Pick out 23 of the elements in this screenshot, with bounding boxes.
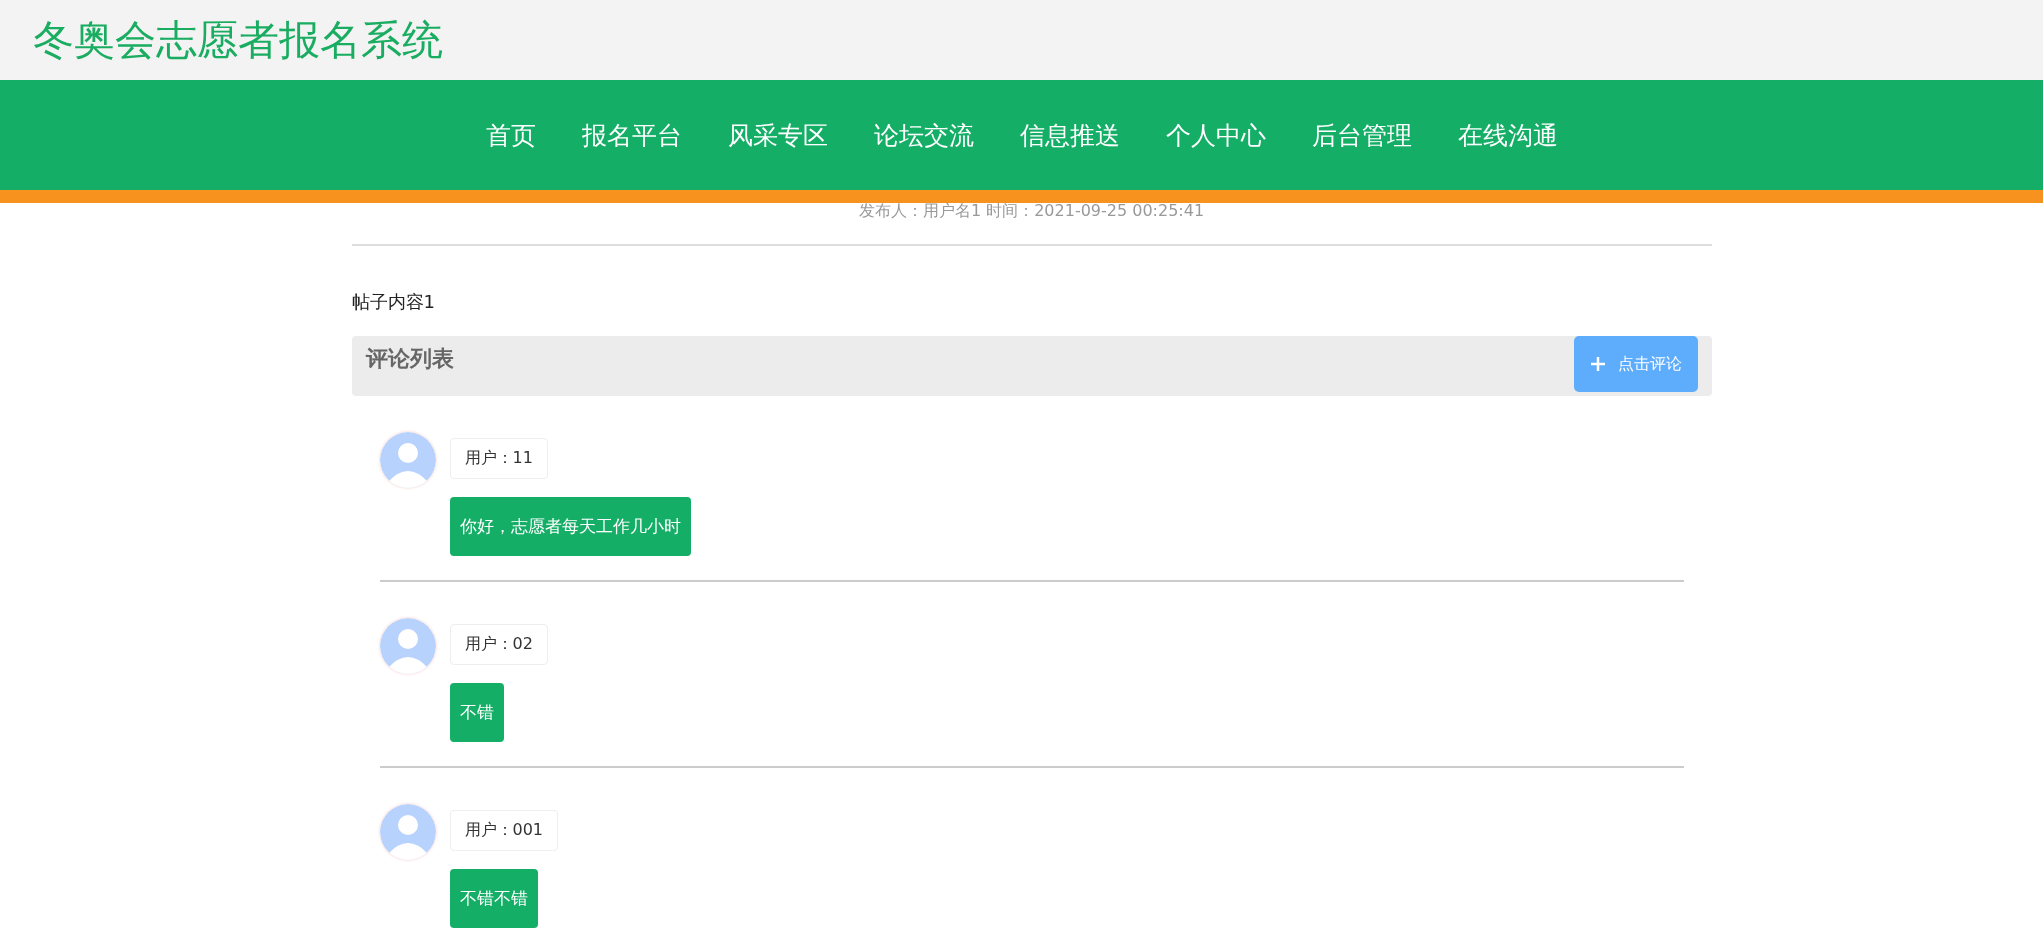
nav-link[interactable]: 论坛交流 bbox=[873, 118, 974, 152]
avatar-icon bbox=[379, 804, 436, 860]
add-comment-button[interactable]: 点击评论 bbox=[1573, 336, 1698, 392]
plus-icon bbox=[1589, 356, 1606, 372]
nav-link[interactable]: 风采专区 bbox=[727, 118, 828, 152]
comment-user: 用户：001 bbox=[449, 810, 559, 851]
post-content: 帖子内容1 bbox=[351, 290, 436, 314]
avatar-icon bbox=[379, 618, 436, 674]
nav-link[interactable]: 在线沟通 bbox=[1457, 118, 1558, 152]
comment-text: 不错 bbox=[449, 683, 504, 742]
comment-user: 用户：11 bbox=[449, 438, 548, 479]
comment-user: 用户：02 bbox=[449, 624, 548, 665]
nav-link[interactable]: 报名平台 bbox=[581, 118, 682, 152]
comments-title: 评论列表 bbox=[365, 345, 454, 373]
nav-link[interactable]: 首页 bbox=[485, 118, 536, 152]
comment-text: 你好，志愿者每天工作几小时 bbox=[449, 497, 691, 556]
nav-link[interactable]: 后台管理 bbox=[1311, 118, 1412, 152]
nav-link[interactable]: 个人中心 bbox=[1165, 118, 1266, 152]
avatar-icon bbox=[379, 432, 436, 488]
comment-text: 不错不错 bbox=[449, 869, 538, 928]
nav-link[interactable]: 信息推送 bbox=[1019, 118, 1120, 152]
site-title: 冬奥会志愿者报名系统 bbox=[33, 14, 443, 66]
post-meta: 发布人：用户名1 时间：2021-09-25 00:25:41 bbox=[351, 201, 1712, 246]
